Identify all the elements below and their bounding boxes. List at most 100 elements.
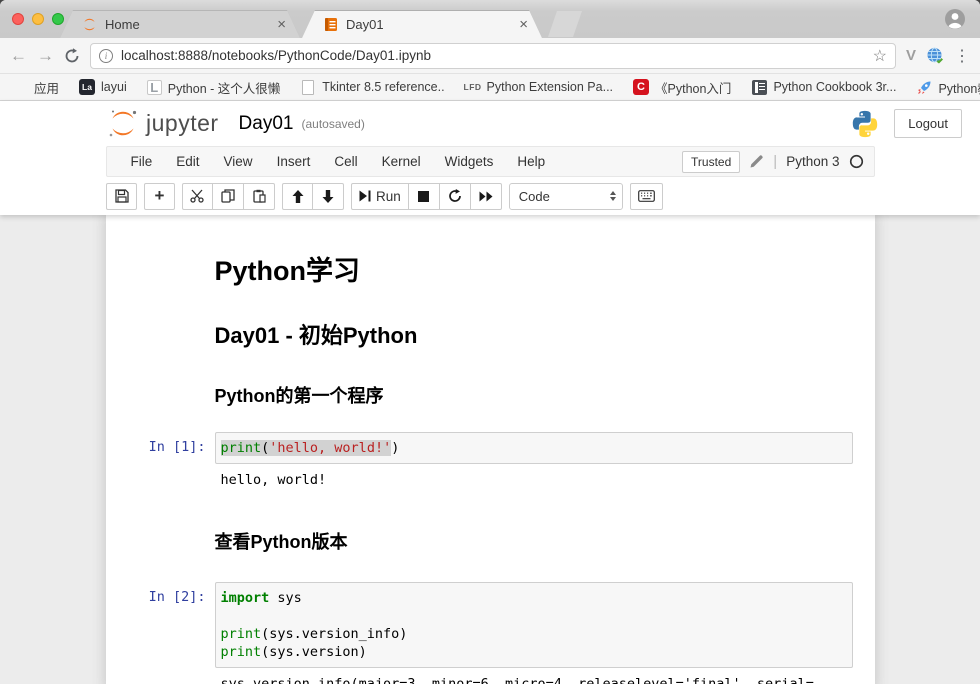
tab-home[interactable]: Home × [60,10,300,38]
tab-close-icon[interactable]: × [501,16,528,33]
cell-type-select[interactable]: Code [509,183,623,210]
bookmark-python-blog[interactable]: L Python - 这个人很懒 [147,78,281,97]
code-text: sys [269,590,302,606]
bookmark-label: 应用 [34,78,59,97]
bookmark-python-extension[interactable]: LFD Python Extension Pa... [465,79,613,95]
chrome-menu-icon[interactable]: ⋮ [954,46,970,66]
bookmark-tkinter[interactable]: Tkinter 8.5 reference.. [300,79,444,95]
markdown-heading-3[interactable]: Python的第一个程序 [106,382,875,408]
new-tab-button[interactable] [548,11,582,37]
url-text[interactable]: localhost:8888/notebooks/PythonCode/Day0… [121,48,865,63]
code-cell-2: In [2]: import sys print(sys.version_inf… [106,582,875,668]
code-keyword: import [221,590,270,606]
kernel-idle-icon [849,154,864,169]
jupyter-logo[interactable]: jupyter [106,107,219,141]
notebook-toolbar: + [0,177,980,215]
menu-view[interactable]: View [212,154,265,169]
cut-cell-button[interactable] [182,183,213,210]
back-icon[interactable]: ← [10,47,27,64]
url-field[interactable]: i localhost:8888/notebooks/PythonCode/Da… [90,43,896,69]
page-info-icon[interactable]: i [99,49,113,63]
page-icon [300,79,316,95]
divider: | [773,153,777,170]
forward-icon[interactable]: → [37,47,54,64]
bookmark-label: Python教程 [938,78,980,97]
menu-file[interactable]: File [119,154,165,169]
markdown-heading-1[interactable]: Python学习 [106,249,875,288]
apps-grid-icon [12,79,28,95]
pencil-icon[interactable] [749,154,764,169]
letter-l-icon: L [147,80,162,95]
macos-traffic-lights [12,13,64,25]
bookmark-python-tutorial[interactable]: Python教程 [916,78,980,97]
cell-type-value: Code [519,189,610,204]
input-prompt: In [2]: [106,582,215,668]
bookmark-star-icon[interactable]: ☆ [873,46,887,66]
bookmark-layui[interactable]: La layui [79,79,127,95]
output-area-1: hello, world! [106,471,875,490]
layui-icon: La [79,79,95,95]
notebook-page: Python学习 Day01 - 初始Python Python的第一个程序 I… [106,215,875,684]
menu-widgets[interactable]: Widgets [433,154,506,169]
menu-cell[interactable]: Cell [322,154,369,169]
notebook-title[interactable]: Day01 [239,113,294,135]
browser-window: Home × Day01 × ← → i localhost:8888/note… [0,0,980,684]
restart-kernel-button[interactable] [440,183,471,210]
code-string: 'hello, world!' [269,440,391,456]
paste-cell-button[interactable] [244,183,275,210]
tab-bar: Home × Day01 × [0,0,980,38]
jupyter-spinner-icon [82,17,97,32]
run-cell-button[interactable]: Run [351,183,409,210]
address-bar-row: ← → i localhost:8888/notebooks/PythonCod… [0,38,980,74]
minimize-window-button[interactable] [32,13,44,25]
tab-day01[interactable]: Day01 × [302,10,542,38]
bookmark-python-intro[interactable]: C 《Python入门 [633,78,731,97]
jupyter-header: jupyter Day01 (autosaved) Logout File [0,101,980,215]
code-input-2[interactable]: import sys print(sys.version_info) print… [215,582,853,668]
bookmark-cookbook[interactable]: Python Cookbook 3r... [751,79,896,95]
close-window-button[interactable] [12,13,24,25]
bookmarks-bar: 应用 La layui L Python - 这个人很懒 Tkinter 8.5… [0,74,980,101]
tab-close-icon[interactable]: × [259,16,286,33]
move-cell-up-button[interactable] [282,183,313,210]
save-button[interactable] [106,183,137,210]
interrupt-kernel-button[interactable] [409,183,440,210]
menu-edit[interactable]: Edit [164,154,211,169]
notebook-scroll-area[interactable]: Python学习 Day01 - 初始Python Python的第一个程序 I… [0,215,980,684]
plus-icon: + [155,186,165,206]
bookmark-label: 《Python入门 [655,78,731,97]
jupyter-brand-text: jupyter [146,110,219,137]
tab-title: Home [105,17,140,32]
code-keyword: print [221,440,262,456]
markdown-heading-4[interactable]: 查看Python版本 [106,528,875,554]
command-palette-button[interactable] [630,183,663,210]
copy-cell-button[interactable] [213,183,244,210]
run-label: Run [376,189,401,204]
globe-extension-icon[interactable] [926,47,944,65]
markdown-heading-2[interactable]: Day01 - 初始Python [106,318,875,350]
code-punct: ) [391,440,399,456]
menu-insert[interactable]: Insert [265,154,323,169]
logout-button[interactable]: Logout [894,109,962,138]
move-cell-down-button[interactable] [313,183,344,210]
bookmark-label: layui [101,80,127,94]
menu-kernel[interactable]: Kernel [370,154,433,169]
python-logo-icon [850,109,880,139]
notebook-menubar: File Edit View Insert Cell Kernel Widget… [106,146,875,177]
v-extension-icon[interactable]: V [906,47,916,64]
restart-run-all-button[interactable] [471,183,502,210]
trusted-button[interactable]: Trusted [682,151,740,173]
bookmark-label: Python Cookbook 3r... [773,80,896,94]
select-stepper-icon [610,191,616,201]
reload-icon[interactable] [64,48,80,64]
profile-avatar-icon[interactable] [944,8,966,30]
code-keyword: print [221,626,262,642]
input-prompt: In [1]: [106,432,215,464]
bookmark-label: Tkinter 8.5 reference.. [322,80,444,94]
book-grid-icon [751,79,767,95]
code-input-1[interactable]: print('hello, world!') [215,432,853,464]
output-text-2: sys.version_info(major=3, minor=6, micro… [215,675,853,684]
add-cell-button[interactable]: + [144,183,175,210]
bookmark-apps[interactable]: 应用 [12,78,59,97]
menu-help[interactable]: Help [505,154,557,169]
